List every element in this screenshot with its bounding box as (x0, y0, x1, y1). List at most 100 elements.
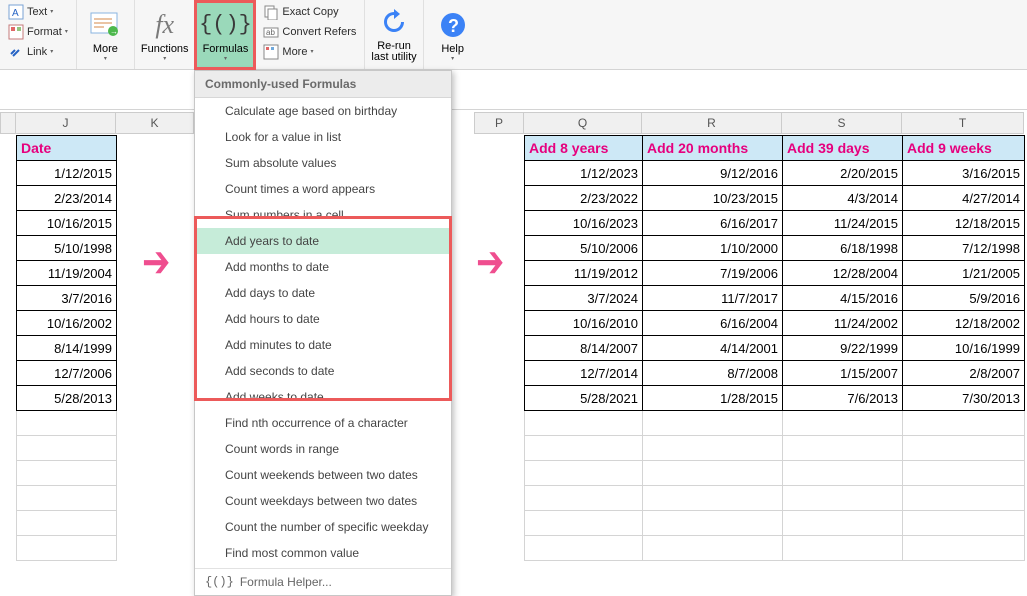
result-cell[interactable]: 9/22/1999 (783, 336, 903, 361)
empty-cell[interactable] (525, 486, 643, 511)
more1-button[interactable]: → More▾ (77, 0, 135, 69)
result-cell[interactable]: 3/16/2015 (903, 161, 1025, 186)
menu-item-12[interactable]: Find nth occurrence of a character (195, 410, 451, 436)
empty-cell[interactable] (643, 536, 783, 561)
menu-item-16[interactable]: Count the number of specific weekday (195, 514, 451, 540)
result-cell[interactable]: 4/15/2016 (783, 286, 903, 311)
empty-cell[interactable] (903, 436, 1025, 461)
menu-item-4[interactable]: Sum numbers in a cell (195, 202, 451, 228)
help-button[interactable]: ? Help▾ (424, 0, 482, 69)
result-cell[interactable]: 10/23/2015 (643, 186, 783, 211)
empty-cell[interactable] (783, 436, 903, 461)
empty-cell[interactable] (17, 461, 117, 486)
convert-refers-button[interactable]: ab Convert Refers (261, 22, 358, 42)
result-cell[interactable]: 11/24/2015 (783, 211, 903, 236)
empty-cell[interactable] (903, 536, 1025, 561)
source-cell[interactable]: 1/12/2015 (17, 161, 117, 186)
col-j[interactable]: J (16, 112, 116, 134)
empty-cell[interactable] (903, 411, 1025, 436)
empty-cell[interactable] (525, 536, 643, 561)
empty-cell[interactable] (17, 411, 117, 436)
result-cell[interactable]: 2/20/2015 (783, 161, 903, 186)
empty-cell[interactable] (17, 436, 117, 461)
menu-item-5[interactable]: Add years to date (195, 228, 451, 254)
result-cell[interactable]: 12/28/2004 (783, 261, 903, 286)
result-cell[interactable]: 7/30/2013 (903, 386, 1025, 411)
menu-item-8[interactable]: Add hours to date (195, 306, 451, 332)
result-cell[interactable]: 5/9/2016 (903, 286, 1025, 311)
empty-cell[interactable] (643, 486, 783, 511)
col-r[interactable]: R (642, 112, 782, 134)
result-cell[interactable]: 2/8/2007 (903, 361, 1025, 386)
exact-copy-button[interactable]: Exact Copy (261, 2, 358, 22)
source-cell[interactable]: 3/7/2016 (17, 286, 117, 311)
empty-cell[interactable] (903, 486, 1025, 511)
menu-item-1[interactable]: Look for a value in list (195, 124, 451, 150)
result-cell[interactable]: 6/16/2004 (643, 311, 783, 336)
result-cell[interactable]: 1/15/2007 (783, 361, 903, 386)
result-cell[interactable]: 1/10/2000 (643, 236, 783, 261)
menu-formula-helper[interactable]: {()} Formula Helper... (195, 568, 451, 595)
result-cell[interactable]: 12/7/2014 (525, 361, 643, 386)
result-cell[interactable]: 4/27/2014 (903, 186, 1025, 211)
menu-item-3[interactable]: Count times a word appears (195, 176, 451, 202)
empty-cell[interactable] (903, 461, 1025, 486)
source-cell[interactable]: 12/7/2006 (17, 361, 117, 386)
result-cell[interactable]: 7/19/2006 (643, 261, 783, 286)
link-button[interactable]: Link▾ (6, 42, 70, 62)
empty-cell[interactable] (783, 511, 903, 536)
result-cell[interactable]: 10/16/2010 (525, 311, 643, 336)
result-table[interactable]: Add 8 yearsAdd 20 monthsAdd 39 daysAdd 9… (524, 135, 1025, 561)
format-button[interactable]: Format▾ (6, 22, 70, 42)
result-cell[interactable]: 6/16/2017 (643, 211, 783, 236)
result-cell[interactable]: 8/14/2007 (525, 336, 643, 361)
result-cell[interactable]: 1/28/2015 (643, 386, 783, 411)
result-cell[interactable]: 5/28/2021 (525, 386, 643, 411)
result-cell[interactable]: 11/19/2012 (525, 261, 643, 286)
result-cell[interactable]: 3/7/2024 (525, 286, 643, 311)
result-cell[interactable]: 7/12/1998 (903, 236, 1025, 261)
empty-cell[interactable] (643, 411, 783, 436)
result-cell[interactable]: 12/18/2015 (903, 211, 1025, 236)
result-cell[interactable]: 1/21/2005 (903, 261, 1025, 286)
source-cell[interactable]: 5/10/1998 (17, 236, 117, 261)
result-cell[interactable]: 12/18/2002 (903, 311, 1025, 336)
source-cell[interactable]: 10/16/2015 (17, 211, 117, 236)
rerun-button[interactable]: Re-run last utility (365, 0, 423, 69)
empty-cell[interactable] (17, 536, 117, 561)
menu-item-9[interactable]: Add minutes to date (195, 332, 451, 358)
menu-item-10[interactable]: Add seconds to date (195, 358, 451, 384)
empty-cell[interactable] (643, 511, 783, 536)
source-cell[interactable]: 2/23/2014 (17, 186, 117, 211)
result-cell[interactable]: 2/23/2022 (525, 186, 643, 211)
result-cell[interactable]: 4/14/2001 (643, 336, 783, 361)
empty-cell[interactable] (643, 461, 783, 486)
result-cell[interactable]: 11/7/2017 (643, 286, 783, 311)
empty-cell[interactable] (17, 511, 117, 536)
menu-item-17[interactable]: Find most common value (195, 540, 451, 566)
source-table[interactable]: Date 1/12/20152/23/201410/16/20155/10/19… (16, 135, 117, 561)
menu-item-7[interactable]: Add days to date (195, 280, 451, 306)
empty-cell[interactable] (783, 461, 903, 486)
col-q[interactable]: Q (524, 112, 642, 134)
col-s[interactable]: S (782, 112, 902, 134)
menu-item-14[interactable]: Count weekends between two dates (195, 462, 451, 488)
empty-cell[interactable] (525, 461, 643, 486)
result-cell[interactable]: 9/12/2016 (643, 161, 783, 186)
menu-item-13[interactable]: Count words in range (195, 436, 451, 462)
result-cell[interactable]: 7/6/2013 (783, 386, 903, 411)
empty-cell[interactable] (643, 436, 783, 461)
source-cell[interactable]: 8/14/1999 (17, 336, 117, 361)
menu-item-15[interactable]: Count weekdays between two dates (195, 488, 451, 514)
empty-cell[interactable] (525, 436, 643, 461)
source-cell[interactable]: 5/28/2013 (17, 386, 117, 411)
result-cell[interactable]: 11/24/2002 (783, 311, 903, 336)
source-cell[interactable]: 11/19/2004 (17, 261, 117, 286)
source-cell[interactable]: 10/16/2002 (17, 311, 117, 336)
menu-item-2[interactable]: Sum absolute values (195, 150, 451, 176)
result-cell[interactable]: 4/3/2014 (783, 186, 903, 211)
result-cell[interactable]: 1/12/2023 (525, 161, 643, 186)
result-cell[interactable]: 10/16/2023 (525, 211, 643, 236)
empty-cell[interactable] (17, 486, 117, 511)
empty-cell[interactable] (525, 411, 643, 436)
